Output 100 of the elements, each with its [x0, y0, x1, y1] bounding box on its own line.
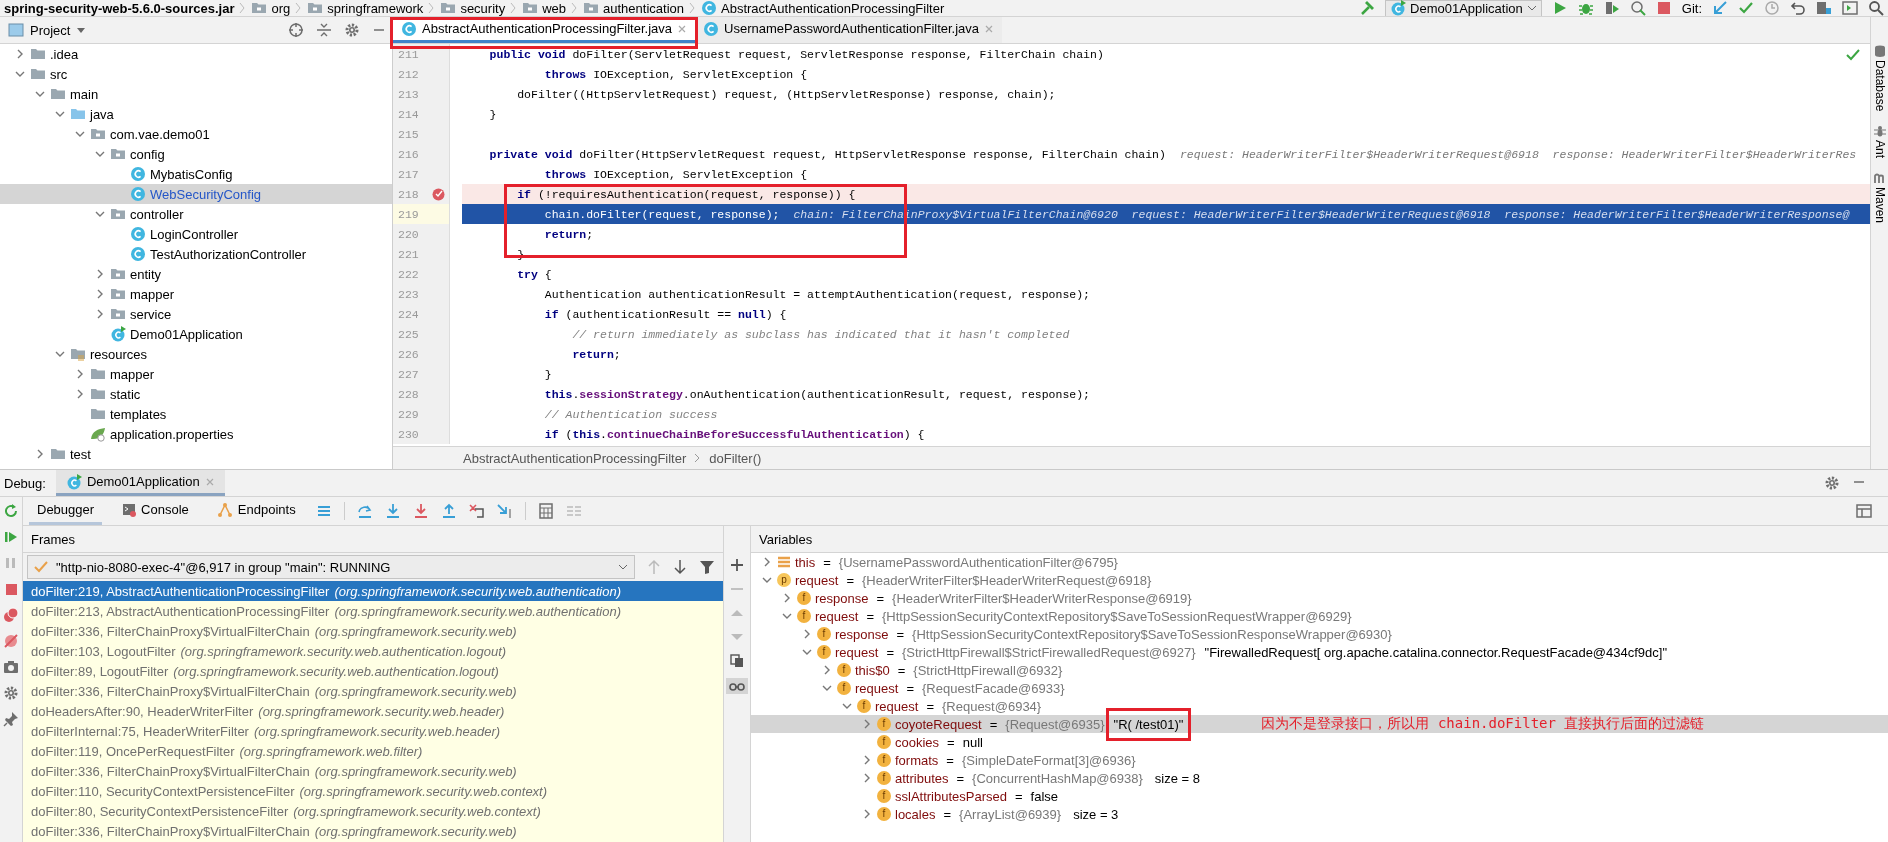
mute-breakpoints-icon[interactable]	[3, 633, 19, 649]
tool-window-button[interactable]: Ant	[1872, 125, 1887, 159]
variable-item[interactable]: f locales = {ArrayList@6939} size = 3	[751, 805, 1888, 823]
variable-item[interactable]: f attributes = {ConcurrentHashMap@6938} size = 8	[751, 769, 1888, 787]
tree-item[interactable]: main	[0, 84, 392, 104]
tree-item[interactable]: com.vae.demo01	[0, 124, 392, 144]
frame-item[interactable]: doFilter:336, FilterChainProxy$VirtualFilterChain (org.springframework.security.web)	[23, 821, 723, 841]
tab[interactable]: Endpoints	[208, 497, 304, 525]
breakpoints-icon[interactable]	[3, 607, 19, 623]
variable-item[interactable]: f this$0 = {StrictHttpFirewall@6932}	[751, 661, 1888, 679]
variable-item[interactable]: f request = {RequestFacade@6933}	[751, 679, 1888, 697]
breadcrumb-item[interactable]: spring-security-web-5.6.0-sources.jar	[4, 0, 235, 16]
frame-item[interactable]: doFilter:213, AbstractAuthenticationProcessingFilter (org.springframework.security.web.authentication)	[23, 601, 723, 621]
tree-item[interactable]: templates	[0, 404, 392, 424]
tree-item[interactable]: mapper	[0, 364, 392, 384]
caret-down-icon[interactable]	[76, 25, 87, 35]
breadcrumb-item[interactable]: springframework	[307, 0, 424, 16]
variable-item[interactable]: f request = {StrictHttpFirewall$StrictFirewalledRequest@6927} "FirewalledRequest[ org.apache.catalina.connector.RequestFacade@434cf9dc]"	[751, 643, 1888, 661]
breadcrumb-item[interactable]: doFilter()	[709, 450, 762, 466]
glasses-icon[interactable]	[729, 681, 745, 691]
tree-item[interactable]: src	[0, 64, 392, 84]
camera-icon[interactable]	[3, 659, 19, 675]
drop-frame-icon[interactable]	[468, 503, 485, 519]
variable-item[interactable]: f response = {HeaderWriterFilter$HeaderWriterResponse@6919}	[751, 589, 1888, 607]
breadcrumb-item[interactable]: authentication	[583, 0, 684, 16]
tool-window-button[interactable]: Database	[1872, 45, 1887, 112]
arrow-down-left-icon[interactable]	[1712, 0, 1728, 16]
rerun-icon[interactable]	[3, 503, 19, 519]
breadcrumb-item[interactable]: AbstractAuthenticationProcessingFilter	[463, 450, 687, 466]
tree-item[interactable]: service	[0, 304, 392, 324]
tree-item[interactable]: test	[0, 444, 392, 464]
tree-item[interactable]: WebSecurityConfig	[0, 184, 392, 204]
frame-item[interactable]: doFilter:80, SecurityContextPersistenceFilter (org.springframework.security.web.context)	[23, 801, 723, 821]
calculator-icon[interactable]	[537, 503, 554, 519]
breadcrumb-item[interactable]: AbstractAuthenticationProcessingFilter	[701, 0, 945, 16]
tree-item[interactable]: .idea	[0, 44, 392, 64]
frame-item[interactable]: doFilter:336, FilterChainProxy$VirtualFilterChain (org.springframework.security.web)	[23, 621, 723, 641]
tree-item[interactable]: java	[0, 104, 392, 124]
frame-item[interactable]: doFilter:110, SecurityContextPersistenceFilter (org.springframework.security.web.context)	[23, 781, 723, 801]
tab[interactable]: Debugger	[29, 497, 103, 525]
step-over-icon[interactable]	[356, 503, 373, 519]
variable-item[interactable]: f request = {HttpSessionSecurityContextRepository$SaveToSessionRequestWrapper@6929}	[751, 607, 1888, 625]
frame-item[interactable]: doHeadersAfter:90, HeaderWriterFilter (org.springframework.security.web.header)	[23, 701, 723, 721]
tree-item[interactable]: application.properties	[0, 424, 392, 444]
thread-dropdown[interactable]: "http-nio-8080-exec-4"@6,917 in group "main": RUNNING	[27, 555, 635, 579]
copy-icon[interactable]	[730, 654, 744, 668]
variable-item[interactable]: this = {UsernamePasswordAuthenticationFilter@6795}	[751, 553, 1888, 571]
stop-icon[interactable]	[1655, 0, 1672, 16]
frame-item[interactable]: doFilter:336, FilterChainProxy$VirtualFilterChain (org.springframework.security.web)	[23, 681, 723, 701]
stop-icon[interactable]	[3, 581, 19, 597]
search-icon[interactable]	[1868, 0, 1884, 16]
tree-item[interactable]: TestAuthorizationController	[0, 244, 392, 264]
frame-item[interactable]: doFilter:103, LogoutFilter (org.springframework.security.web.authentication.logout)	[23, 641, 723, 661]
tool-window-button[interactable]: Maven	[1872, 172, 1887, 224]
tree-item[interactable]: MybatisConfig	[0, 164, 392, 184]
collapse-all-icon[interactable]	[316, 22, 332, 38]
variable-item[interactable]: f cookies = null	[751, 733, 1888, 751]
settings-icon[interactable]	[3, 685, 19, 701]
tree-item[interactable]: static	[0, 384, 392, 404]
close-icon[interactable]	[677, 23, 687, 34]
force-step-into-icon[interactable]	[412, 503, 429, 519]
frame-item[interactable]: doFilter:89, LogoutFilter (org.springframework.security.web.authentication.logout)	[23, 661, 723, 681]
variable-item[interactable]: f formats = {SimpleDateFormat[3]@6936}	[751, 751, 1888, 769]
frame-item[interactable]: doFilter:219, AbstractAuthenticationProcessingFilter (org.springframework.security.web.authentication)	[23, 581, 723, 601]
tree-item[interactable]: mapper	[0, 284, 392, 304]
tab[interactable]: Console	[114, 497, 197, 525]
terminal-icon[interactable]	[1842, 0, 1858, 16]
variable-item[interactable]: f response = {HttpSessionSecurityContextRepository$SaveToSessionResponseWrapper@6930}	[751, 625, 1888, 643]
run-config-dropdown[interactable]: Demo01Application	[1385, 0, 1542, 16]
hammer-icon[interactable]	[1359, 0, 1376, 16]
frame-item[interactable]: doFilterInternal:75, HeaderWriterFilter (org.springframework.security.web.header)	[23, 721, 723, 741]
tree-item[interactable]: config	[0, 144, 392, 164]
run-to-cursor-icon[interactable]	[496, 503, 513, 519]
frame-item[interactable]: doFilter:336, FilterChainProxy$VirtualFilterChain (org.springframework.security.web)	[23, 761, 723, 781]
breadcrumb-item[interactable]: security	[440, 0, 506, 16]
add-icon[interactable]	[730, 558, 744, 572]
variable-item[interactable]: f sslAttributesParsed = false	[751, 787, 1888, 805]
tree-item[interactable]: resources	[0, 344, 392, 364]
project-view-dropdown[interactable]: Project	[6, 22, 89, 38]
tree-item[interactable]: LoginController	[0, 224, 392, 244]
step-into-icon[interactable]	[384, 503, 401, 519]
tree-item[interactable]: controller	[0, 204, 392, 224]
settings-icon[interactable]	[1824, 475, 1840, 491]
profiler-icon[interactable]	[1629, 0, 1646, 16]
resume-icon[interactable]	[3, 529, 19, 545]
breadcrumb-item[interactable]: web	[522, 0, 567, 16]
undo-icon[interactable]	[1790, 0, 1806, 16]
filter-icon[interactable]	[699, 559, 715, 575]
frame-item[interactable]: doFilter:119, OncePerRequestFilter (org.springframework.web.filter)	[23, 741, 723, 761]
editor-tab[interactable]: UsernamePasswordAuthenticationFilter.java	[695, 17, 1003, 43]
session-tab[interactable]: Demo01Application	[55, 470, 225, 496]
pin-icon[interactable]	[3, 711, 19, 727]
locate-icon[interactable]	[288, 22, 304, 38]
variable-item[interactable]: f request = {Request@6934}	[751, 697, 1888, 715]
tree-item[interactable]: entity	[0, 264, 392, 284]
menu-icon[interactable]	[315, 503, 332, 519]
checkmark-icon[interactable]	[1738, 0, 1754, 16]
tree-item[interactable]: Demo01Application	[0, 324, 392, 344]
coverage-icon[interactable]	[1603, 0, 1620, 16]
step-out-icon[interactable]	[440, 503, 457, 519]
